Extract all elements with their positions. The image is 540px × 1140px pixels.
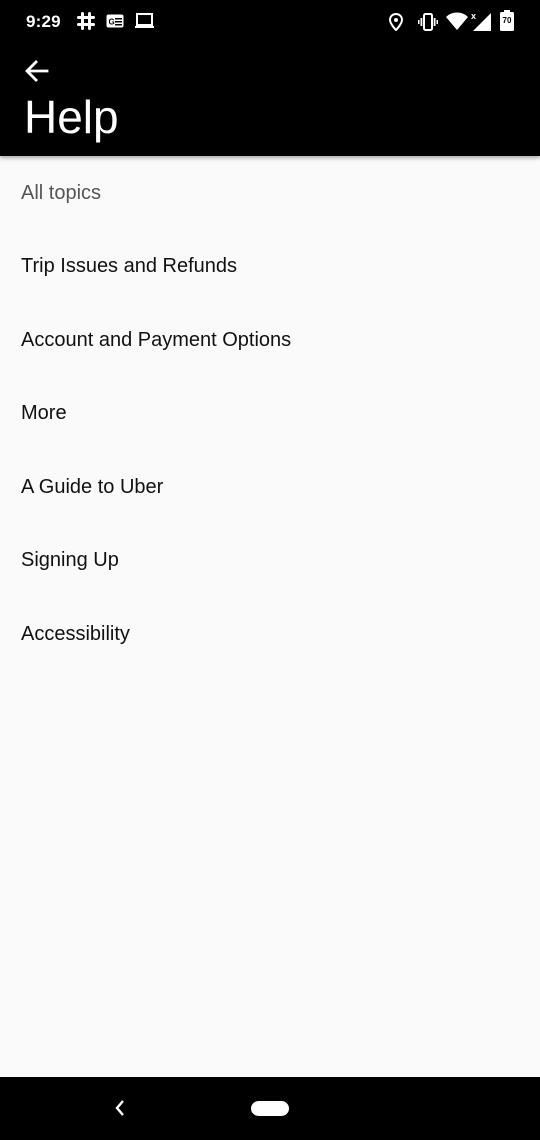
- topic-guide-to-uber[interactable]: A Guide to Uber: [0, 451, 540, 525]
- topics-list: All topics Trip Issues and Refunds Accou…: [0, 157, 540, 671]
- svg-text:x: x: [471, 11, 476, 21]
- chevron-left-icon: [115, 1100, 124, 1116]
- svg-text:G: G: [109, 18, 115, 27]
- topic-signing-up[interactable]: Signing Up: [0, 524, 540, 598]
- back-button[interactable]: [20, 54, 54, 88]
- topic-more[interactable]: More: [0, 377, 540, 451]
- system-nav-bar: [0, 1077, 540, 1140]
- vibrate-icon: [418, 13, 438, 36]
- app-bar: Help: [0, 46, 540, 156]
- arrow-back-icon: [25, 60, 49, 82]
- status-time: 9:29: [26, 12, 61, 31]
- status-bar: 9:29 G x 70: [0, 0, 540, 46]
- nav-back-button[interactable]: [108, 1095, 132, 1121]
- battery-level: 70: [502, 16, 512, 25]
- topic-accessibility[interactable]: Accessibility: [0, 598, 540, 672]
- cast-icon: [135, 13, 155, 34]
- nav-home-pill[interactable]: [251, 1101, 289, 1116]
- topics-header: All topics: [21, 182, 102, 204]
- topic-trip-issues[interactable]: Trip Issues and Refunds: [0, 230, 540, 304]
- topic-account-payment[interactable]: Account and Payment Options: [0, 304, 540, 378]
- slack-icon: [77, 12, 95, 35]
- wifi-icon: [446, 12, 468, 35]
- battery-icon: 70: [499, 10, 515, 37]
- signal-icon: x: [470, 10, 492, 37]
- location-icon: [388, 12, 404, 36]
- page-title: Help: [24, 91, 119, 143]
- news-icon: G: [106, 14, 124, 33]
